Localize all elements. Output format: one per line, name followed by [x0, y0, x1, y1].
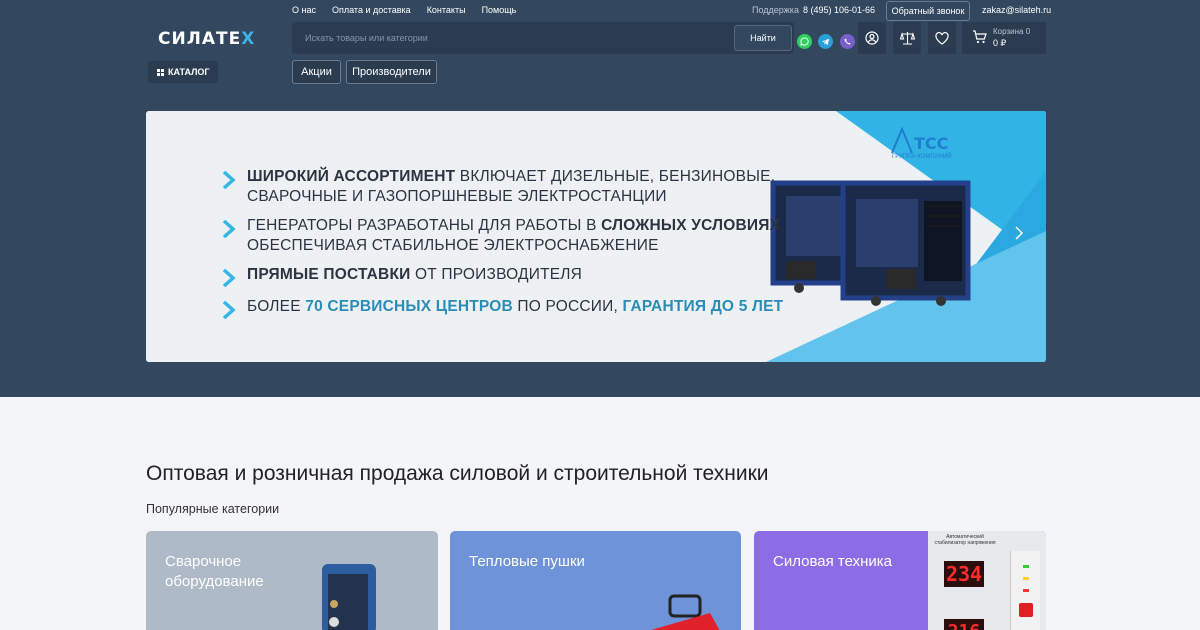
chevron-right-icon — [222, 171, 236, 189]
banner-line-1: ШИРОКИЙ АССОРТИМЕНТ ВКЛЮЧАЕТ ДИЗЕЛЬНЫЕ, … — [222, 167, 775, 207]
heart-icon — [935, 31, 949, 45]
promo-pill[interactable]: Акции — [292, 60, 341, 84]
tss-subtitle: ГРУППА КОМПАНИЙ — [892, 154, 952, 160]
telegram-icon[interactable] — [818, 34, 833, 49]
viber-icon[interactable] — [840, 34, 855, 49]
nav-delivery-link[interactable]: Оплата и доставка — [332, 4, 411, 16]
cart-button[interactable]: Корзина 0 0 ₽ — [962, 22, 1046, 54]
banner-line-2: ГЕНЕРАТОРЫ РАЗРАБОТАНЫ ДЛЯ РАБОТЫ В СЛОЖ… — [222, 216, 785, 256]
catalog-button[interactable]: КАТАЛОГ — [148, 61, 218, 83]
search-bar: Найти — [292, 22, 794, 54]
category-card-heaters[interactable]: Тепловые пушки — [450, 531, 741, 630]
support-info: Поддержка 8 (495) 106-01-66 — [752, 4, 875, 16]
favorites-button[interactable] — [928, 22, 956, 54]
heat-gun-image — [651, 594, 720, 630]
chevron-right-icon — [222, 269, 236, 287]
page-title: Оптовая и розничная продажа силовой и ст… — [146, 462, 769, 485]
email-link[interactable]: zakaz@silateh.ru — [982, 4, 1051, 16]
nav-about-link[interactable]: О нас — [292, 4, 316, 16]
stabilizer-image: Автоматический стабилизатор напряжения 2… — [928, 531, 1046, 630]
stabilizer-label: Автоматический стабилизатор напряжения — [934, 534, 996, 546]
stabilizer-panel — [1010, 551, 1040, 630]
category-card-power[interactable]: Силовая техника Автоматический стабилиза… — [754, 531, 1046, 630]
manufacturers-pill[interactable]: Производители — [346, 60, 437, 84]
promo-banner[interactable]: TCC ГРУППА КОМПАНИЙ ШИРОКИЙ АССОРТИМЕНТ … — [146, 111, 1046, 362]
slider-next-icon[interactable] — [1014, 226, 1024, 240]
account-button[interactable] — [858, 22, 886, 54]
support-label: Поддержка — [752, 5, 799, 15]
stabilizer-display: 234 — [944, 561, 984, 587]
category-card-welding[interactable]: Сварочное оборудование — [146, 531, 438, 630]
chevron-right-icon — [222, 220, 236, 238]
callback-button[interactable]: Обратный звонок — [886, 1, 970, 21]
welding-machine-image — [322, 564, 376, 630]
category-label: Тепловые пушки — [469, 553, 585, 570]
nav-contacts-link[interactable]: Контакты — [427, 4, 466, 16]
chevron-right-icon — [222, 301, 236, 319]
stabilizer-display-2: 216 — [944, 619, 984, 630]
grid-icon — [157, 68, 164, 76]
category-label: Силовая техника — [773, 553, 893, 570]
search-input[interactable] — [292, 22, 732, 54]
cart-icon — [973, 30, 987, 44]
cart-sum: 0 ₽ — [993, 38, 1007, 48]
site-logo[interactable]: СИЛАТЕХ — [158, 29, 255, 49]
logo-text: СИЛАТЕ — [158, 29, 242, 49]
nav-help-link[interactable]: Помощь — [482, 4, 517, 16]
tss-mark-icon: TCC — [891, 126, 948, 154]
catalog-label: КАТАЛОГ — [168, 67, 210, 77]
category-label: Сварочное оборудование — [165, 553, 264, 590]
logo-accent: Х — [241, 29, 256, 49]
whatsapp-icon[interactable] — [797, 34, 812, 49]
search-button[interactable]: Найти — [734, 25, 792, 51]
top-nav: О нас Оплата и доставка Контакты Помощь — [292, 4, 532, 16]
scales-icon — [899, 32, 915, 45]
banner-line-3: ПРЯМЫЕ ПОСТАВКИ ОТ ПРОИЗВОДИТЕЛЯ — [222, 265, 582, 287]
popular-categories-heading: Популярные категории — [146, 502, 280, 516]
banner-line-4: БОЛЕЕ 70 СЕРВИСНЫХ ЦЕНТРОВ ПО РОССИИ, ГА… — [222, 297, 783, 319]
generator-illustration — [770, 180, 971, 306]
compare-button[interactable] — [893, 22, 921, 54]
support-phone[interactable]: 8 (495) 106-01-66 — [803, 5, 875, 15]
user-icon — [865, 31, 879, 45]
cart-label: Корзина 0 — [993, 27, 1031, 36]
tss-brand: TCC — [914, 134, 948, 153]
